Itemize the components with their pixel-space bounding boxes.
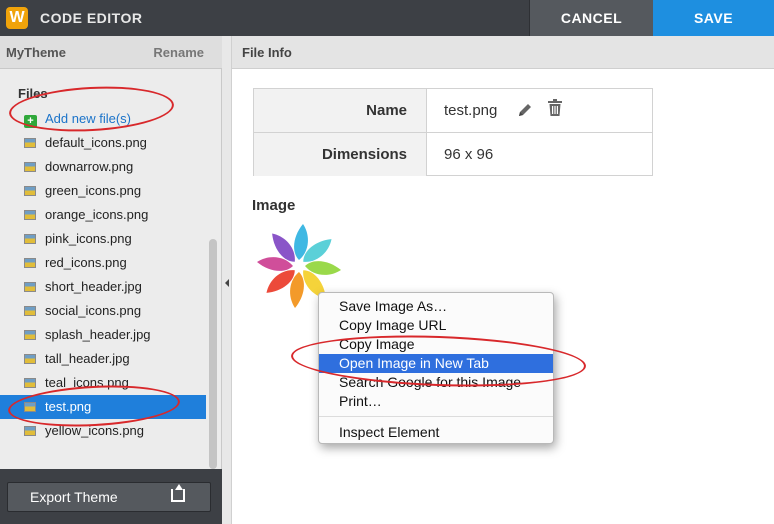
dimensions-value: 96 x 96 bbox=[444, 146, 494, 163]
cancel-button[interactable]: CANCEL bbox=[529, 0, 653, 36]
file-icon bbox=[24, 210, 36, 220]
file-name: orange_icons.png bbox=[45, 207, 149, 222]
name-row: Name test.png bbox=[254, 89, 652, 133]
save-button[interactable]: SAVE bbox=[653, 0, 774, 36]
file-icon bbox=[24, 330, 36, 340]
menu-item-save-image[interactable]: Save Image As… bbox=[319, 297, 553, 316]
file-name: default_icons.png bbox=[45, 135, 147, 150]
app-title: CODE EDITOR bbox=[40, 10, 143, 26]
pencil-icon[interactable] bbox=[516, 101, 534, 119]
file-name: downarrow.png bbox=[45, 159, 134, 174]
sidebar-header: MyTheme Rename bbox=[0, 36, 222, 69]
file-icon bbox=[24, 282, 36, 292]
file-icon bbox=[24, 138, 36, 148]
file-name: social_icons.png bbox=[45, 303, 142, 318]
file-item[interactable]: default_icons.png bbox=[0, 131, 206, 155]
file-name: green_icons.png bbox=[45, 183, 142, 198]
trash-icon[interactable] bbox=[547, 99, 563, 117]
file-item[interactable]: pink_icons.png bbox=[0, 227, 206, 251]
sidebar-scrollbar[interactable] bbox=[209, 239, 217, 469]
sidebar-footer: Export Theme bbox=[0, 469, 222, 524]
image-heading: Image bbox=[252, 197, 296, 214]
file-item[interactable]: splash_header.jpg bbox=[0, 323, 206, 347]
top-bar: W CODE EDITOR CANCEL SAVE bbox=[0, 0, 774, 36]
file-icon bbox=[24, 378, 36, 388]
file-item[interactable]: green_icons.png bbox=[0, 179, 206, 203]
file-icon bbox=[24, 234, 36, 244]
panel-title: File Info bbox=[242, 45, 292, 60]
export-theme-button[interactable]: Export Theme bbox=[7, 482, 211, 512]
file-name: splash_header.jpg bbox=[45, 327, 151, 342]
file-item[interactable]: red_icons.png bbox=[0, 251, 206, 275]
dimensions-row: Dimensions 96 x 96 bbox=[254, 133, 652, 176]
export-theme-label: Export Theme bbox=[30, 489, 118, 505]
menu-item-print[interactable]: Print… bbox=[319, 392, 553, 411]
file-icon bbox=[24, 306, 36, 316]
file-name: tall_header.jpg bbox=[45, 351, 130, 366]
file-info-table: Name test.png Dimensions 96 x 96 bbox=[253, 88, 653, 176]
file-item[interactable]: social_icons.png bbox=[0, 299, 206, 323]
file-icon bbox=[24, 186, 36, 196]
file-icon bbox=[24, 258, 36, 268]
rename-button[interactable]: Rename bbox=[153, 36, 204, 69]
menu-item-copy-image-url[interactable]: Copy Image URL bbox=[319, 316, 553, 335]
file-icon bbox=[24, 426, 36, 436]
file-item[interactable]: downarrow.png bbox=[0, 155, 206, 179]
menu-item-inspect-element[interactable]: Inspect Element bbox=[319, 423, 553, 442]
main-header: File Info bbox=[232, 36, 774, 69]
file-name: short_header.jpg bbox=[45, 279, 142, 294]
name-label: Name bbox=[254, 89, 427, 132]
file-icon bbox=[24, 162, 36, 172]
upload-icon bbox=[171, 484, 185, 502]
menu-separator bbox=[319, 416, 553, 417]
file-item[interactable]: orange_icons.png bbox=[0, 203, 206, 227]
dimensions-label: Dimensions bbox=[254, 133, 427, 176]
theme-name: MyTheme bbox=[6, 45, 66, 60]
name-value: test.png bbox=[444, 102, 498, 119]
file-icon bbox=[24, 354, 36, 364]
logo-icon: W bbox=[6, 7, 28, 29]
file-item[interactable]: tall_header.jpg bbox=[0, 347, 206, 371]
file-name: pink_icons.png bbox=[45, 231, 132, 246]
file-name: red_icons.png bbox=[45, 255, 127, 270]
collapse-arrow-icon[interactable] bbox=[225, 279, 229, 287]
file-item[interactable]: short_header.jpg bbox=[0, 275, 206, 299]
